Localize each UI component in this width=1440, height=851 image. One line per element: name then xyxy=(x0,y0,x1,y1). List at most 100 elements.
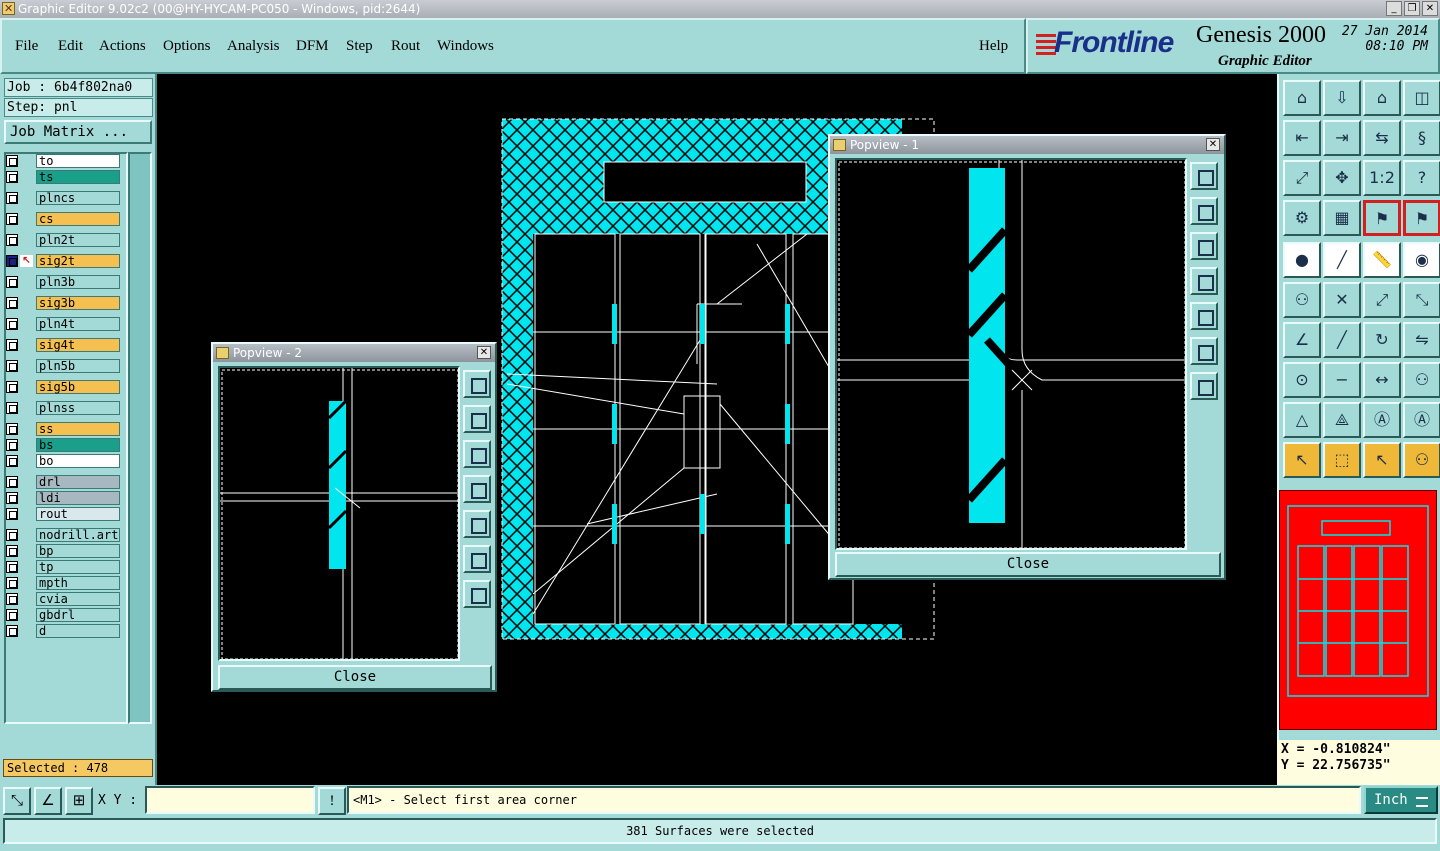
layer-name[interactable]: plnss xyxy=(36,401,120,415)
layer-name[interactable]: nodrill.art xyxy=(36,528,120,542)
pad-move-icon[interactable]: ⊙ xyxy=(1283,362,1321,398)
layer-name[interactable]: sig4t xyxy=(36,338,120,352)
layer-checkbox[interactable] xyxy=(6,577,18,589)
popview-pan-up-icon[interactable] xyxy=(1190,197,1218,225)
layer-checkbox[interactable] xyxy=(6,171,18,183)
scale-one-icon[interactable]: 1:2 xyxy=(1363,160,1401,196)
pyramid-icon[interactable]: ⟁ xyxy=(1323,402,1361,438)
home-view-icon[interactable]: ⌂ xyxy=(1363,80,1401,116)
layer-name[interactable]: mpth xyxy=(36,576,120,590)
close-window-button[interactable]: ✕ xyxy=(1422,1,1438,16)
popview-pan-down-icon[interactable] xyxy=(1190,232,1218,260)
layer-color-icon[interactable]: ⚑ xyxy=(1363,200,1401,236)
layer-checkbox[interactable] xyxy=(6,255,18,267)
connect-nodes-icon[interactable]: ⚇ xyxy=(1283,282,1321,318)
diagonal-line-icon[interactable]: ╱ xyxy=(1323,322,1361,358)
popview-2-x-button[interactable]: ✕ xyxy=(477,346,491,359)
select-pointer-icon[interactable]: ↖ xyxy=(1283,442,1321,478)
menu-analysis[interactable]: Analysis xyxy=(227,38,280,55)
split-view-icon[interactable]: ◫ xyxy=(1403,80,1440,116)
popview-pan-left-icon[interactable] xyxy=(463,475,491,503)
menu-help[interactable]: Help xyxy=(979,38,1008,55)
popview-zoom-fit-icon[interactable] xyxy=(463,370,491,398)
mirror-icon[interactable]: ⇋ xyxy=(1403,322,1440,358)
layer-checkbox[interactable] xyxy=(6,508,18,520)
select-box-icon[interactable]: ⬚ xyxy=(1323,442,1361,478)
layer-checkbox[interactable] xyxy=(6,360,18,372)
layer-name[interactable]: to xyxy=(36,154,120,168)
layer-name[interactable]: pln2t xyxy=(36,233,120,247)
popview-1-close-button[interactable]: Close xyxy=(835,552,1221,577)
s-curve-icon[interactable]: § xyxy=(1403,120,1440,156)
menu-windows[interactable]: Windows xyxy=(437,38,494,55)
menu-edit[interactable]: Edit xyxy=(58,38,83,55)
layer-name[interactable]: sig5b xyxy=(36,380,120,394)
layer-name[interactable]: gbdrl xyxy=(36,608,120,622)
popview-zoom-out-icon[interactable] xyxy=(463,580,491,608)
layer-checkbox[interactable] xyxy=(6,339,18,351)
layer-checkbox[interactable] xyxy=(6,192,18,204)
triangle-icon[interactable]: △ xyxy=(1283,402,1321,438)
overview-minimap[interactable] xyxy=(1279,490,1437,730)
layer-checkbox[interactable] xyxy=(6,476,18,488)
popview-1-view[interactable] xyxy=(835,158,1187,550)
layer-name[interactable]: bo xyxy=(36,454,120,468)
layer-name[interactable]: bp xyxy=(36,544,120,558)
minus-line-icon[interactable]: − xyxy=(1323,362,1361,398)
popview-pan-right-icon[interactable] xyxy=(463,510,491,538)
layer-checkbox[interactable] xyxy=(6,529,18,541)
layer-checkbox[interactable] xyxy=(6,609,18,621)
cross-snap-icon[interactable]: ✕ xyxy=(1323,282,1361,318)
popview-pan-left-icon[interactable] xyxy=(1190,267,1218,295)
layer-name[interactable]: sig3b xyxy=(36,296,120,310)
popview-pan-right-icon[interactable] xyxy=(1190,302,1218,330)
menu-file[interactable]: File xyxy=(15,38,38,55)
pan-left-icon[interactable]: ⇤ xyxy=(1283,120,1321,156)
snap-point-icon[interactable]: ⤢ xyxy=(1363,282,1401,318)
pan-right-icon[interactable]: ⇥ xyxy=(1323,120,1361,156)
layer-checkbox[interactable] xyxy=(6,423,18,435)
layer-checkbox[interactable] xyxy=(6,297,18,309)
zoom-home-icon[interactable]: ⌂ xyxy=(1283,80,1321,116)
layer-name[interactable]: ts xyxy=(36,170,120,184)
popview-pan-down-icon[interactable] xyxy=(463,440,491,468)
add-pad-icon[interactable]: ● xyxy=(1283,242,1321,278)
layer-name[interactable]: rout xyxy=(36,507,120,521)
group-icon[interactable]: ⚇ xyxy=(1403,362,1440,398)
popview-1-titlebar[interactable]: Popview - 1 ✕ xyxy=(830,136,1224,154)
grid-icon[interactable]: ▦ xyxy=(1323,200,1361,236)
popview-zoom-in-icon[interactable] xyxy=(1190,337,1218,365)
layer-name[interactable]: ss xyxy=(36,422,120,436)
popview-2-close-button[interactable]: Close xyxy=(218,665,492,690)
layer-name[interactable]: tp xyxy=(36,560,120,574)
layer-name[interactable]: d xyxy=(36,624,120,638)
popview-2-view[interactable] xyxy=(218,366,460,661)
layer-checkbox[interactable] xyxy=(6,439,18,451)
layer-checkbox[interactable] xyxy=(6,234,18,246)
layer-name[interactable]: cvia xyxy=(36,592,120,606)
layer-checkbox[interactable] xyxy=(6,276,18,288)
layer-list-scrollbar[interactable] xyxy=(128,152,152,724)
layer-name[interactable]: pln4t xyxy=(36,317,120,331)
layer-checkbox[interactable] xyxy=(6,213,18,225)
layer-checkbox[interactable] xyxy=(6,155,18,167)
layer-checkbox[interactable] xyxy=(6,561,18,573)
angle-line-icon[interactable]: ∠ xyxy=(1283,322,1321,358)
menu-step[interactable]: Step xyxy=(346,38,373,55)
execute-button[interactable]: ! xyxy=(318,787,346,815)
line-snap-icon[interactable]: ⤡ xyxy=(1403,282,1440,318)
units-dropdown[interactable]: Inch xyxy=(1364,786,1438,814)
job-matrix-button[interactable]: Job Matrix ... xyxy=(4,120,152,144)
layer-checkbox[interactable] xyxy=(6,545,18,557)
layer-name[interactable]: drl xyxy=(36,475,120,489)
popview-pan-up-icon[interactable] xyxy=(463,405,491,433)
popview-zoom-out-icon[interactable] xyxy=(1190,372,1218,400)
zoom-fit-icon[interactable]: ⤢ xyxy=(1283,160,1321,196)
ruler-icon[interactable]: 📏 xyxy=(1363,242,1401,278)
layer-checkbox[interactable] xyxy=(6,381,18,393)
popview-zoom-fit-icon[interactable] xyxy=(1190,162,1218,190)
arc-icon[interactable]: ↻ xyxy=(1363,322,1401,358)
menu-rout[interactable]: Rout xyxy=(391,38,420,55)
layer-checkbox[interactable] xyxy=(6,625,18,637)
layer-name[interactable]: bs xyxy=(36,438,120,452)
